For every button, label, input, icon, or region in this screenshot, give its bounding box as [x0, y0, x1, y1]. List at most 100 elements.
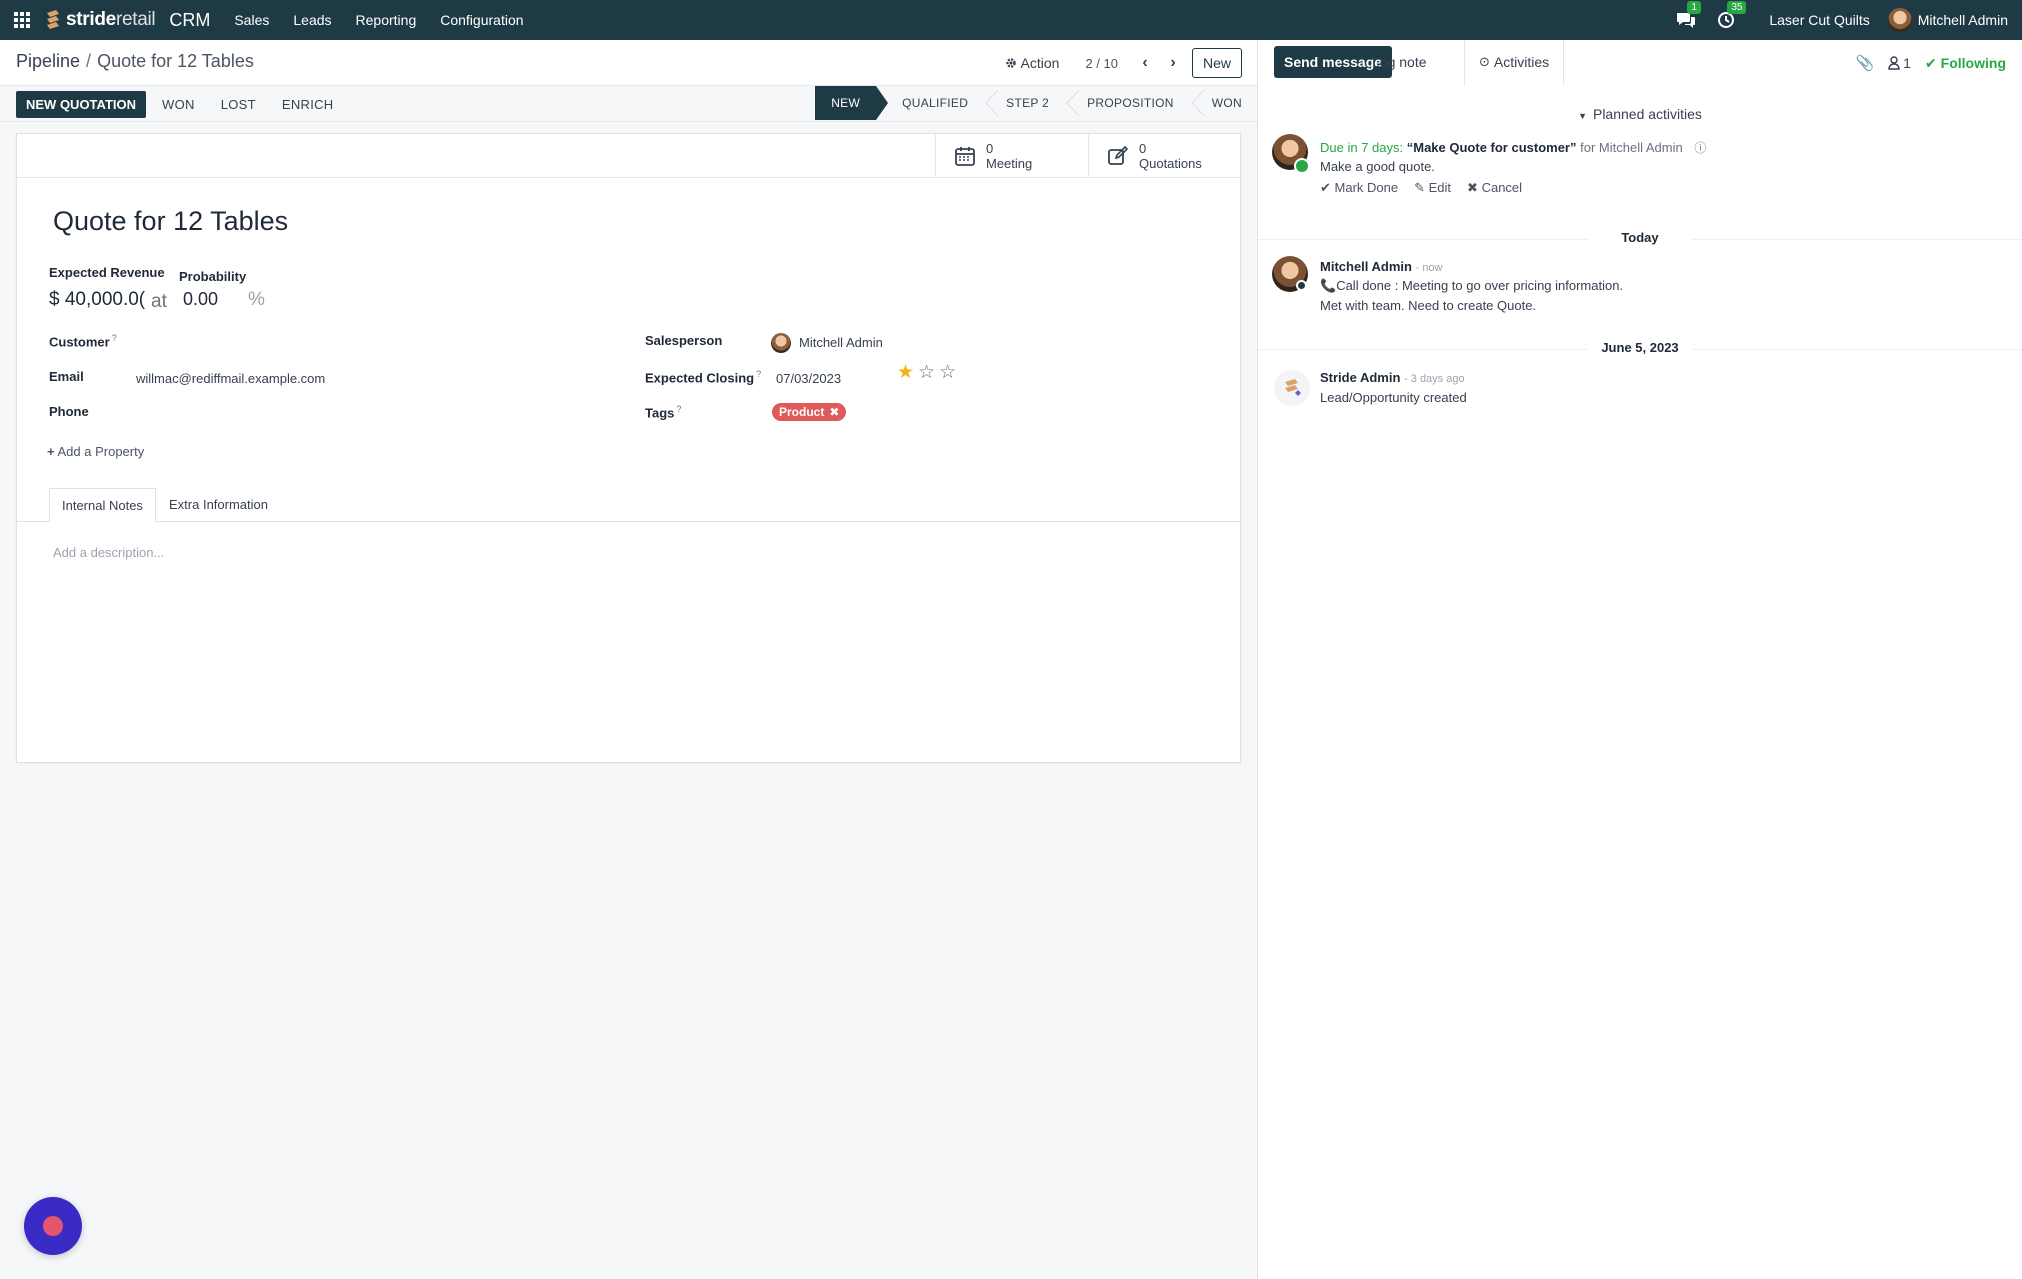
tab-internal-notes[interactable]: Internal Notes: [49, 488, 156, 522]
message-body-2: Lead/Opportunity created: [1320, 390, 1467, 405]
log-note-button[interactable]: Log note: [1372, 54, 1427, 70]
message-header-2: Stride Admin - 3 days ago: [1320, 370, 1465, 385]
quotations-smart-button[interactable]: 0 Quotations: [1088, 134, 1242, 177]
stage-step-2[interactable]: STEP 2: [984, 86, 1065, 120]
new-quotation-button[interactable]: NEW QUOTATION: [16, 91, 147, 118]
expected-closing-field[interactable]: 07/03/2023: [776, 371, 841, 386]
quotations-count: 0: [1139, 140, 1147, 156]
brand-logo[interactable]: strideretail: [44, 9, 156, 31]
priority-stars: ★ ☆ ☆: [897, 363, 956, 382]
description-field[interactable]: Add a description...: [53, 545, 164, 560]
stage-pipeline: NEW QUALIFIED STEP 2 PROPOSITION WON: [815, 86, 1242, 120]
gear-icon: [1005, 58, 1016, 68]
probability-input[interactable]: 0.00: [183, 289, 218, 310]
stage-won[interactable]: WON: [1190, 86, 1242, 120]
tag-label: Product: [779, 405, 825, 419]
star-filled-icon[interactable]: ★: [897, 363, 914, 382]
mark-done-label: Mark Done: [1334, 180, 1399, 195]
check-icon: ✔: [1320, 180, 1331, 195]
followers-button[interactable]: 1: [1888, 55, 1911, 71]
message-author-2[interactable]: Stride Admin: [1320, 370, 1400, 385]
notebook-tabs: Internal Notes Extra Information: [17, 488, 1240, 522]
activities-tab-button[interactable]: ⊙ Activities: [1464, 40, 1565, 86]
menu-reporting[interactable]: Reporting: [356, 12, 417, 28]
tab-extra-information[interactable]: Extra Information: [157, 488, 280, 522]
at-label: at: [151, 291, 167, 312]
won-button[interactable]: WON: [152, 91, 205, 118]
menu-leads[interactable]: Leads: [293, 12, 331, 28]
add-property-button[interactable]: + Add a Property: [47, 444, 144, 459]
date-separator-today: Today: [1258, 230, 2022, 245]
apps-menu-icon[interactable]: [0, 0, 44, 40]
stage-new[interactable]: NEW: [815, 86, 889, 120]
menu-sales[interactable]: Sales: [234, 12, 269, 28]
caret-down-icon: ▼: [1578, 111, 1587, 121]
activity-name: “Make Quote for customer”: [1406, 140, 1577, 155]
stage-proposition[interactable]: PROPOSITION: [1065, 86, 1190, 120]
breadcrumb: Pipeline / Quote for 12 Tables: [16, 51, 254, 72]
smart-buttons-bar: 0 Meeting 0 Quotations: [17, 134, 1240, 178]
pager-next-icon[interactable]: ›: [1164, 54, 1182, 72]
tag-product: Product ✖: [772, 403, 847, 421]
messages-count-badge: 1: [1687, 1, 1701, 14]
mark-done-button[interactable]: ✔ Mark Done: [1320, 180, 1398, 196]
plus-icon: +: [47, 444, 55, 459]
tags-label: Tags?: [645, 404, 681, 420]
tags-label-text: Tags: [645, 405, 675, 421]
top-navbar: strideretail CRM Sales Leads Reporting C…: [0, 0, 2022, 40]
cancel-label: Cancel: [1481, 180, 1523, 195]
planned-activities-toggle[interactable]: ▼ Planned activities: [1258, 106, 2022, 122]
action-label: Action: [1020, 55, 1060, 71]
pager-previous-icon[interactable]: ‹: [1136, 54, 1154, 72]
new-record-button[interactable]: New: [1191, 48, 1242, 78]
brand-light: retail: [115, 9, 156, 30]
assistant-bubble-button[interactable]: [24, 1197, 82, 1255]
percent-sign: %: [248, 289, 265, 310]
opportunity-title[interactable]: Quote for 12 Tables: [53, 206, 288, 237]
activity-note: Make a good quote.: [1320, 159, 1435, 174]
tag-remove-icon[interactable]: ✖: [829, 405, 839, 419]
stage-qualified[interactable]: QUALIFIED: [876, 86, 984, 120]
expected-closing-label: Expected Closing?: [645, 369, 761, 385]
pager-value[interactable]: 2 / 10: [1077, 56, 1126, 71]
tags-help-mark[interactable]: ?: [676, 404, 681, 414]
planned-activities-label: Planned activities: [1592, 106, 1702, 122]
phone-label: Phone: [49, 404, 89, 419]
email-field[interactable]: willmac@rediffmail.example.com: [136, 371, 325, 386]
cancel-activity-button[interactable]: ✖ Cancel: [1467, 180, 1522, 196]
following-button[interactable]: ✔ Following: [1925, 55, 2006, 72]
customer-help-mark[interactable]: ?: [112, 333, 117, 343]
breadcrumb-pipeline[interactable]: Pipeline: [16, 51, 80, 71]
activities-count-badge: 35: [1727, 1, 1747, 14]
activities-button[interactable]: 35: [1715, 1, 1747, 31]
expected-closing-help-mark[interactable]: ?: [756, 369, 761, 379]
salesperson-field[interactable]: Mitchell Admin: [799, 335, 883, 350]
customer-label-text: Customer: [49, 334, 110, 350]
user-avatar: [1887, 8, 1912, 32]
edit-activity-button[interactable]: ✎ Edit: [1414, 180, 1451, 196]
meeting-smart-button[interactable]: 0 Meeting: [935, 134, 1089, 177]
lost-button[interactable]: LOST: [211, 91, 266, 118]
enrich-button[interactable]: ENRICH: [272, 91, 344, 118]
person-icon: [1888, 56, 1900, 70]
email-label: Email: [49, 369, 84, 384]
message-header: Mitchell Admin - now: [1320, 259, 1443, 274]
messages-button[interactable]: 1: [1675, 1, 1701, 31]
star-empty-icon[interactable]: ☆: [939, 363, 956, 382]
record-dot-icon: [43, 1216, 63, 1236]
app-name[interactable]: CRM: [169, 10, 210, 31]
chatter-topbar: Send message Log note ⊙ Activities 📎 1 ✔…: [1258, 40, 2022, 86]
brand-bold: stride: [66, 9, 116, 30]
user-menu[interactable]: Mitchell Admin: [1887, 8, 2008, 32]
message-author[interactable]: Mitchell Admin: [1320, 259, 1412, 274]
star-empty-icon[interactable]: ☆: [918, 363, 935, 382]
company-switcher[interactable]: Laser Cut Quilts: [1769, 12, 1869, 28]
menu-configuration[interactable]: Configuration: [440, 12, 523, 28]
paperclip-icon[interactable]: 📎: [1855, 54, 1874, 72]
action-button[interactable]: Action: [997, 51, 1068, 75]
salesperson-avatar: [771, 333, 791, 353]
control-panel: Pipeline / Quote for 12 Tables Action 2 / …: [0, 40, 1258, 86]
calendar-icon: [955, 146, 975, 166]
info-icon[interactable]: ⓘ: [1694, 141, 1706, 155]
expected-revenue-input[interactable]: $ 40,000.0(: [49, 289, 145, 311]
